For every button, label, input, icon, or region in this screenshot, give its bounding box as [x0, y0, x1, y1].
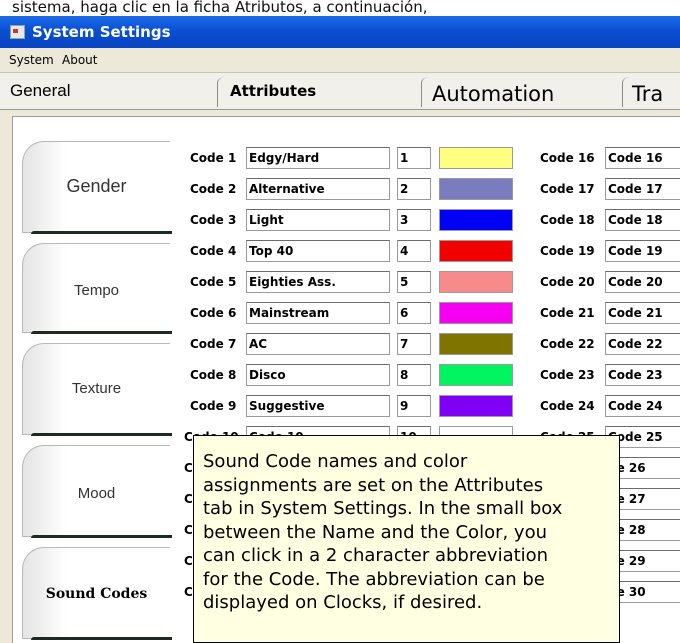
menu-system[interactable]: System: [7, 48, 56, 72]
code-name-field[interactable]: Code 23: [605, 364, 680, 386]
code-label: Code 20: [540, 275, 595, 289]
tooltip-line: Sound Code names and color: [203, 451, 468, 472]
code-name-field[interactable]: Code 17: [605, 178, 680, 200]
tab-divider: [217, 77, 226, 107]
code-name-field[interactable]: Code 21: [605, 302, 680, 324]
title-bar[interactable]: System Settings: [0, 16, 680, 48]
code-row: Code 22 Code 22: [0, 333, 680, 357]
code-row: Code 17 Code 17: [0, 178, 680, 202]
sidetab-edge: [31, 637, 172, 640]
tab-attributes[interactable]: Attributes: [230, 73, 316, 109]
code-row: Code 20 Code 20: [0, 271, 680, 295]
help-tooltip: Sound Code names and color assignments a…: [193, 435, 620, 643]
tooltip-line: tab in System Settings. In the small box: [203, 498, 563, 519]
code-name-field[interactable]: Code 20: [605, 271, 680, 293]
code-label: Code 23: [540, 368, 595, 382]
code-row: Code 21 Code 21: [0, 302, 680, 326]
code-label: Code 21: [540, 306, 595, 320]
code-name-field[interactable]: Code 24: [605, 395, 680, 417]
code-label: Code 17: [540, 182, 595, 196]
tab-divider: [622, 77, 631, 107]
code-label: Code 18: [540, 213, 595, 227]
code-name-field[interactable]: Code 16: [605, 147, 680, 169]
code-label: Code 19: [540, 244, 595, 258]
tab-general[interactable]: General: [10, 73, 70, 109]
code-label: Code 24: [540, 399, 595, 413]
code-row: Code 18 Code 18: [0, 209, 680, 233]
tooltip-line: for the Code. The abbreviation can be: [203, 568, 545, 590]
tab-divider: [421, 77, 430, 107]
tab-traffic-partial[interactable]: Tra: [632, 76, 663, 112]
code-row: Code 19 Code 19: [0, 240, 680, 264]
tooltip-line: displayed on Clocks, if desired.: [203, 592, 483, 613]
code-row: Code 23 Code 23: [0, 364, 680, 388]
tooltip-line: between the Name and the Color, you: [203, 521, 548, 543]
background-caption-text: sistema, haga clic en la ficha Atributos…: [12, 0, 428, 16]
tooltip-line: can click in a 2 character abbreviation: [203, 545, 549, 566]
code-row: Code 16 Code 16: [0, 147, 680, 171]
menu-bar: System About: [0, 48, 680, 73]
code-name-field[interactable]: Code 18: [605, 209, 680, 231]
window-title: System Settings: [32, 23, 171, 41]
tooltip-line: assignments are set on the Attributes: [203, 474, 544, 496]
code-label: Code 16: [540, 151, 595, 165]
code-name-field[interactable]: Code 22: [605, 333, 680, 355]
menu-about[interactable]: About: [60, 48, 99, 72]
top-tab-strip: General Attributes Automation Tra: [0, 73, 680, 110]
window-icon: [10, 25, 25, 39]
code-label: Code 22: [540, 337, 595, 351]
code-row: Code 24 Code 24: [0, 395, 680, 419]
code-name-field[interactable]: Code 19: [605, 240, 680, 262]
tab-automation[interactable]: Automation: [432, 76, 554, 112]
